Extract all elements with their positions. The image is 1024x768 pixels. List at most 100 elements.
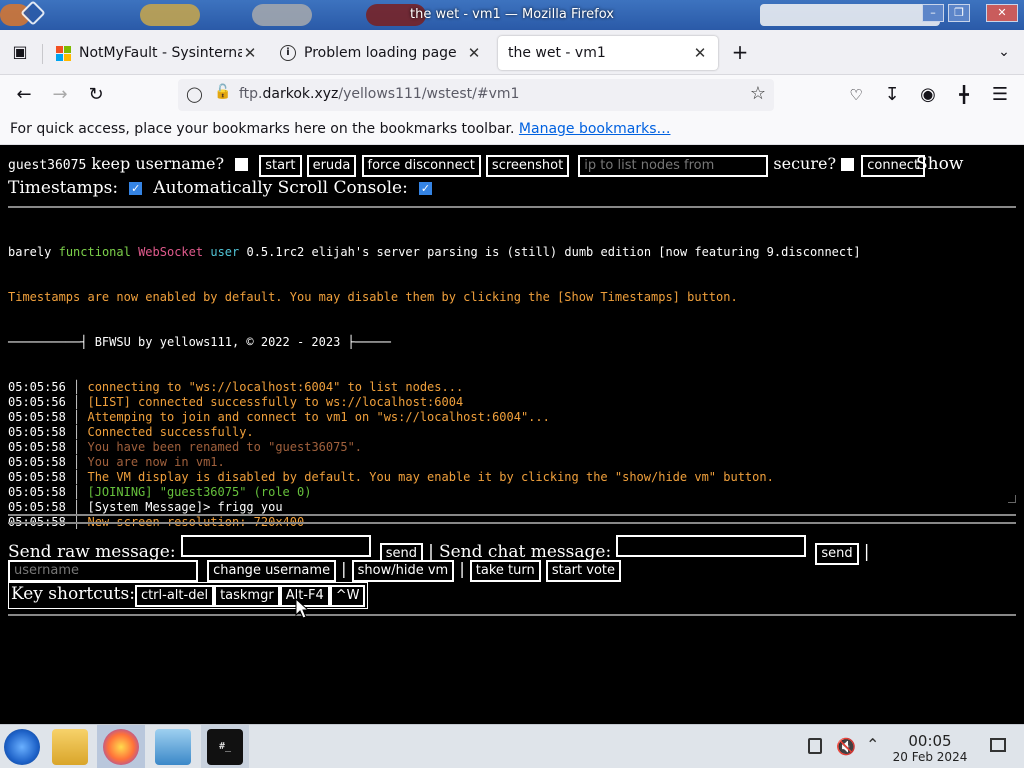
manage-bookmarks-link[interactable]: Manage bookmarks… (519, 121, 671, 137)
console-separator: │ (65, 425, 88, 439)
screenshot-button[interactable]: screenshot (485, 155, 570, 177)
close-window-button[interactable]: ✕ (986, 4, 1018, 22)
info-icon: i (280, 45, 296, 61)
ctrl-w-button[interactable]: ^W (329, 585, 366, 607)
close-tab-icon[interactable]: ✕ (692, 44, 708, 62)
back-arrow-icon[interactable]: ← (12, 83, 36, 107)
show-timestamps-checkbox[interactable]: ✓ (129, 182, 143, 195)
show-hide-vm-button[interactable]: show/hide vm (351, 560, 455, 582)
shield-icon[interactable]: ◯ (186, 85, 203, 103)
show-desktop-icon[interactable] (990, 738, 1006, 752)
key-shortcuts-label: Key shortcuts: (11, 584, 135, 604)
change-username-button[interactable]: change username (207, 560, 337, 582)
tab-notmyfault[interactable]: NotMyFault - Sysinternals ✕ (46, 36, 268, 70)
ip-input[interactable]: ip to list nodes from (578, 155, 769, 177)
eruda-button[interactable]: eruda (306, 155, 357, 177)
console-line: 05:05:58 │ You have been renamed to "gue… (8, 440, 1016, 455)
raw-message-input[interactable] (180, 535, 371, 557)
start-button[interactable]: start (259, 155, 302, 177)
console-timestamp: 05:05:56 (8, 395, 66, 409)
tab-problem-loading[interactable]: i Problem loading page ✕ (270, 36, 492, 70)
navigation-toolbar: ← → ↻ ◯ 🔓 ftp.darkok.xyz/yellows111/wste… (0, 75, 1024, 115)
key-shortcuts-fieldset: Key shortcuts: ctrl-alt-del taskmgr Alt-F4 ^… (8, 582, 369, 609)
console-timestamp: 05:05:58 (8, 485, 66, 499)
console-separator: │ (65, 410, 88, 424)
minimize-button[interactable]: – (922, 4, 944, 22)
ctrl-alt-del-button[interactable]: ctrl-alt-del (134, 585, 215, 607)
url-bar[interactable]: ◯ 🔓 ftp.darkok.xyz/yellows111/wstest/#vm… (178, 79, 774, 111)
start-vote-button[interactable]: start vote (545, 560, 621, 582)
tab-the-wet[interactable]: the wet - vm1 ✕ (498, 36, 718, 70)
tab-label: the wet - vm1 (508, 45, 606, 61)
new-tab-icon[interactable]: + (728, 40, 752, 64)
console-line: 05:05:56 │ connecting to "ws://localhost… (8, 380, 1016, 395)
console-timestamp: 05:05:58 (8, 440, 66, 454)
clock[interactable]: 00:05 20 Feb 2024 (890, 732, 970, 764)
terminal-icon[interactable]: #_ (207, 729, 243, 765)
console-line: 05:05:58 │ [JOINING] "guest36075" (role … (8, 485, 1016, 500)
separator-pipe: | (863, 542, 870, 562)
show-hidden-chevron-up-icon[interactable]: ⌃ (866, 735, 879, 754)
keep-username-checkbox[interactable] (235, 158, 249, 171)
console-output[interactable]: barely functional WebSocket user 0.5.1rc… (8, 215, 1016, 529)
taskbar: #_ 🔇 ⌃ 00:05 20 Feb 2024 (0, 724, 1024, 768)
url-text[interactable]: ftp.darkok.xyz/yellows111/wstest/#vm1 (239, 86, 519, 102)
console-separator: │ (65, 485, 88, 499)
reload-icon[interactable]: ↻ (84, 83, 108, 107)
console-separator: │ (65, 470, 88, 484)
force-disconnect-button[interactable]: force disconnect (361, 155, 481, 177)
console-message: You have been renamed to "guest36075". (87, 440, 363, 454)
close-tab-icon[interactable]: ✕ (242, 44, 258, 62)
muted-volume-icon[interactable]: 🔇 (836, 737, 856, 756)
divider (8, 206, 1016, 208)
connection-controls: guest36075 keep username? start eruda fo… (8, 154, 926, 177)
show-timestamps-label-part1: Show (916, 154, 964, 174)
console-line: 05:05:58 │ The VM display is disabled by… (8, 470, 1016, 485)
firefox-view-icon[interactable]: ▣ (8, 40, 32, 64)
secure-checkbox[interactable] (841, 158, 855, 171)
chat-message-input[interactable] (616, 535, 807, 557)
divider (8, 522, 1016, 524)
console-message: connecting to "ws://localhost:6004" to l… (87, 380, 464, 394)
take-turn-button[interactable]: take turn (469, 560, 541, 582)
console-header-line: ──────────┤ BFWSU by yellows111, © 2022 … (8, 335, 391, 349)
pocket-icon[interactable]: ♡ (844, 83, 868, 107)
send-chat-button[interactable]: send (815, 543, 859, 565)
separator-pipe: | (459, 559, 465, 578)
console-line: 05:05:58 │ Attemping to join and connect… (8, 410, 1016, 425)
forward-arrow-icon[interactable]: → (48, 83, 72, 107)
hamburger-menu-icon[interactable]: ☰ (988, 83, 1012, 107)
taskmgr-button[interactable]: taskmgr (214, 585, 280, 607)
console-separator: │ (65, 440, 88, 454)
divider (8, 514, 1016, 516)
username-input[interactable]: username (8, 560, 198, 582)
console-options: Timestamps: ✓ Automatically Scroll Conso… (8, 178, 432, 198)
list-all-tabs-chevron-icon[interactable]: ⌄ (992, 40, 1016, 64)
firefox-taskbar-icon[interactable] (103, 729, 139, 765)
auto-scroll-checkbox[interactable]: ✓ (418, 182, 432, 195)
account-icon[interactable]: ◉ (916, 83, 940, 107)
tab-strip: ▣ NotMyFault - Sysinternals ✕ i Problem … (0, 30, 1024, 75)
console-separator: │ (65, 395, 88, 409)
clock-time: 00:05 (908, 732, 952, 750)
console-timestamp: 05:05:58 (8, 455, 66, 469)
close-tab-icon[interactable]: ✕ (466, 44, 482, 62)
console-header-line: barely functional WebSocket user 0.5.1rc… (8, 245, 861, 259)
maximize-button[interactable]: ❐ (948, 4, 970, 22)
bookmark-star-icon[interactable]: ☆ (750, 83, 766, 104)
insecure-lock-icon[interactable]: 🔓 (214, 84, 231, 100)
bookmarks-message: For quick access, place your bookmarks h… (10, 121, 515, 137)
clipboard-icon[interactable] (808, 738, 822, 754)
extensions-puzzle-icon[interactable]: ╋ (952, 83, 976, 107)
tab-label: NotMyFault - Sysinternals (79, 45, 242, 61)
window-titlebar[interactable]: the wet - vm1 — Mozilla Firefox – ❐ ✕ (0, 0, 1024, 30)
downloads-icon[interactable]: ↧ (880, 83, 904, 107)
microsoft-logo-icon (56, 45, 71, 61)
page-content: guest36075 keep username? start eruda fo… (0, 146, 1024, 724)
file-manager-icon[interactable] (52, 729, 88, 765)
console-timestamp: 05:05:58 (8, 425, 66, 439)
resize-handle[interactable] (1008, 495, 1016, 503)
start-menu-icon[interactable] (4, 729, 40, 765)
system-settings-icon[interactable] (155, 729, 191, 765)
console-separator: │ (65, 455, 88, 469)
